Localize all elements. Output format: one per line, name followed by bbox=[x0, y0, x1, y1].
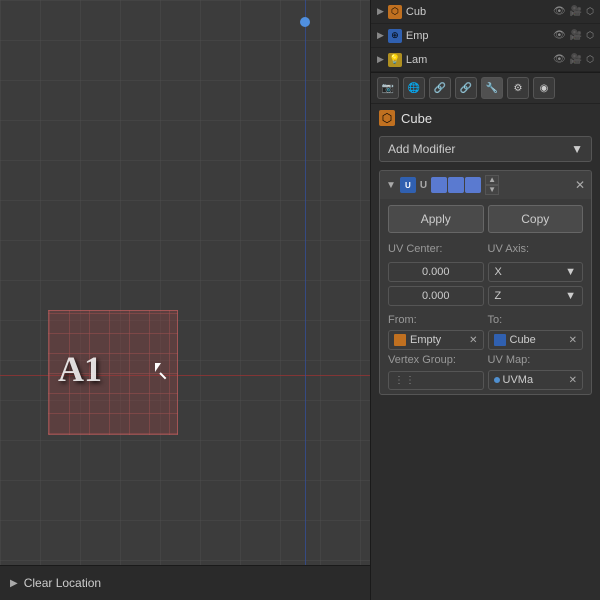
render-icon-lamp[interactable]: ⬡ bbox=[586, 54, 594, 65]
from-chip-close[interactable]: ✕ bbox=[469, 335, 477, 346]
outliner-item-lamp[interactable]: ▶ 💡 Lam 👁 🎥 ⬡ bbox=[371, 48, 600, 72]
empty-obj-icon: ⊕ bbox=[388, 29, 402, 43]
prop-world-btn[interactable]: 🔗 bbox=[429, 77, 451, 99]
uv-z-row: 0.000 Z ▼ bbox=[388, 286, 583, 306]
eye-icon-lamp[interactable]: 👁 bbox=[553, 54, 566, 65]
to-chip-close[interactable]: ✕ bbox=[569, 335, 577, 346]
prop-scene-btn[interactable]: 🌐 bbox=[403, 77, 425, 99]
expand-icon: ▶ bbox=[377, 6, 384, 17]
bottom-bar-arrow-icon: ▶ bbox=[10, 578, 18, 589]
modifier-move-down-btn[interactable]: ▼ bbox=[485, 185, 499, 195]
modifier-delete-btn[interactable]: ✕ bbox=[575, 178, 585, 192]
y-axis-line bbox=[305, 0, 306, 600]
to-chip-icon bbox=[494, 334, 506, 346]
viewport-grid bbox=[0, 0, 370, 600]
modifier-collapse-toggle[interactable]: ▼ bbox=[386, 180, 396, 191]
uv-axis-label: UV Axis: bbox=[488, 243, 584, 255]
eye-icon-empty[interactable]: 👁 bbox=[553, 30, 566, 41]
outliner-lamp-name: Lam bbox=[406, 54, 549, 66]
from-chip[interactable]: Empty ✕ bbox=[388, 330, 484, 350]
vertex-group-label: Vertex Group: bbox=[388, 354, 484, 366]
modifier-header: ▼ U U ▲ ▼ ✕ bbox=[380, 171, 591, 199]
modifier-move-up-btn[interactable]: ▲ bbox=[485, 175, 499, 185]
clear-location-bar[interactable]: ▶ Clear Location bbox=[0, 565, 370, 600]
outliner-item-cube[interactable]: ▶ ⬡ Cub 👁 🎥 ⬡ bbox=[371, 0, 600, 24]
from-chip-icon bbox=[394, 334, 406, 346]
uv-map-field[interactable]: UVMa ✕ bbox=[488, 370, 584, 390]
from-to-values-row: Empty ✕ Cube ✕ bbox=[380, 330, 591, 350]
object-header: ⬡ Cube bbox=[371, 104, 600, 132]
modifier-realtime-btn[interactable] bbox=[431, 177, 447, 193]
cam-icon-empty[interactable]: 🎥 bbox=[570, 30, 582, 41]
to-chip-name: Cube bbox=[510, 334, 565, 346]
properties-toolbar: 📷 🌐 🔗 🔗 🔧 ⚙ ◉ bbox=[371, 73, 600, 104]
uv-x-row: 0.000 X ▼ bbox=[388, 262, 583, 282]
uv-center-label: UV Center: bbox=[388, 243, 484, 255]
object-header-icon: ⬡ bbox=[379, 110, 395, 126]
from-label: From: bbox=[388, 314, 484, 326]
uv-axis-z-value: Z bbox=[495, 290, 502, 302]
uv-axis-x-select[interactable]: X ▼ bbox=[488, 262, 584, 282]
prop-data-btn[interactable]: ◉ bbox=[533, 77, 555, 99]
vertex-group-field[interactable]: ⋮⋮ bbox=[388, 371, 484, 390]
to-label: To: bbox=[488, 314, 584, 326]
eye-icon-cube[interactable]: 👁 bbox=[553, 6, 566, 17]
cube-obj-icon: ⬡ bbox=[388, 5, 402, 19]
modifier-move-arrows: ▲ ▼ bbox=[485, 175, 499, 195]
uv-map-dot bbox=[494, 377, 500, 383]
modifier-display-icons bbox=[431, 177, 481, 193]
copy-button[interactable]: Copy bbox=[488, 205, 584, 233]
modifier-u-label: U bbox=[420, 180, 427, 191]
outliner-empty-name: Emp bbox=[406, 30, 549, 42]
modifier-block: ▼ U U ▲ ▼ ✕ Apply Copy UV Center: UV Axi… bbox=[379, 170, 592, 395]
render-icon-cube[interactable]: ⬡ bbox=[586, 6, 594, 17]
prop-object-btn[interactable]: 🔗 bbox=[455, 77, 477, 99]
from-chip-name: Empty bbox=[410, 334, 465, 346]
right-panel: ▶ ⬡ Cub 👁 🎥 ⬡ ▶ ⊕ Emp 👁 🎥 ⬡ ▶ 💡 Lam 👁 🎥 … bbox=[370, 0, 600, 600]
uv-map-label: UV Map: bbox=[488, 354, 584, 366]
uv-axis-z-select[interactable]: Z ▼ bbox=[488, 286, 584, 306]
add-modifier-label: Add Modifier bbox=[388, 142, 455, 156]
clear-location-label: Clear Location bbox=[24, 576, 101, 590]
selected-object[interactable] bbox=[48, 310, 178, 435]
render-icon-empty[interactable]: ⬡ bbox=[586, 30, 594, 41]
lamp-obj-icon: 💡 bbox=[388, 53, 402, 67]
prop-material-btn[interactable]: ⚙ bbox=[507, 77, 529, 99]
outliner-cube-name: Cub bbox=[406, 6, 549, 18]
prop-render-btn[interactable]: 📷 bbox=[377, 77, 399, 99]
expand-icon-empty: ▶ bbox=[377, 30, 384, 41]
uv-labels-row: UV Center: UV Axis: bbox=[388, 243, 583, 258]
modifier-uv-icon: U bbox=[400, 177, 416, 193]
uv-center-y-input[interactable]: 0.000 bbox=[388, 286, 484, 306]
uv-axis-z-chevron: ▼ bbox=[565, 290, 576, 302]
from-to-labels-row: From: To: bbox=[380, 314, 591, 326]
origin-dot bbox=[300, 17, 310, 27]
uv-map-value: UVMa bbox=[503, 374, 566, 386]
modifier-render-btn[interactable] bbox=[448, 177, 464, 193]
prop-modifier-btn[interactable]: 🔧 bbox=[481, 77, 503, 99]
add-modifier-dropdown[interactable]: Add Modifier ▼ bbox=[379, 136, 592, 162]
uv-map-close[interactable]: ✕ bbox=[569, 375, 577, 386]
uv-center-x-input[interactable]: 0.000 bbox=[388, 262, 484, 282]
outliner: ▶ ⬡ Cub 👁 🎥 ⬡ ▶ ⊕ Emp 👁 🎥 ⬡ ▶ 💡 Lam 👁 🎥 … bbox=[371, 0, 600, 73]
uv-axis-x-value: X bbox=[495, 266, 502, 278]
to-chip[interactable]: Cube ✕ bbox=[488, 330, 584, 350]
modifier-fields: UV Center: UV Axis: 0.000 X ▼ 0.000 Z ▼ bbox=[380, 239, 591, 314]
apply-button[interactable]: Apply bbox=[388, 205, 484, 233]
add-modifier-chevron: ▼ bbox=[571, 142, 583, 156]
outliner-item-empty[interactable]: ▶ ⊕ Emp 👁 🎥 ⬡ bbox=[371, 24, 600, 48]
modifier-edit-btn[interactable] bbox=[465, 177, 481, 193]
cam-icon-cube[interactable]: 🎥 bbox=[570, 6, 582, 17]
viewport[interactable]: A1 bbox=[0, 0, 370, 600]
vertex-group-dots: ⋮⋮ bbox=[394, 375, 416, 386]
object-header-name: Cube bbox=[401, 111, 432, 126]
modifier-action-row: Apply Copy bbox=[380, 199, 591, 239]
expand-icon-lamp: ▶ bbox=[377, 54, 384, 65]
vg-uv-values-row: ⋮⋮ UVMa ✕ bbox=[380, 370, 591, 390]
cam-icon-lamp[interactable]: 🎥 bbox=[570, 54, 582, 65]
uv-axis-x-chevron: ▼ bbox=[565, 266, 576, 278]
vg-uv-labels-row: Vertex Group: UV Map: bbox=[380, 354, 591, 366]
